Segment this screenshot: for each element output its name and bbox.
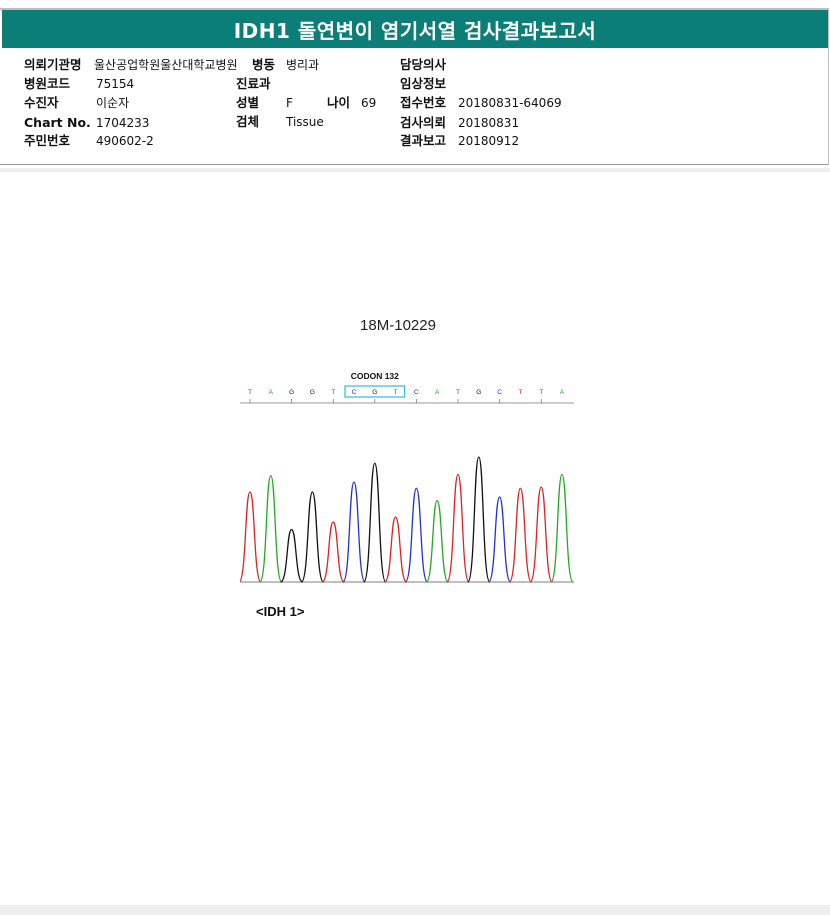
trace-peak [446, 473, 470, 583]
trace-peak [279, 528, 304, 583]
base-call: T [456, 389, 460, 396]
trace-peak [467, 456, 491, 583]
base-call: C [414, 389, 419, 396]
trace-peak [508, 487, 533, 583]
header-divider [0, 168, 830, 172]
trace-peak [259, 475, 283, 583]
trace-peak [529, 486, 553, 583]
sex-label: 성별 [236, 95, 260, 110]
base-call: T [518, 389, 522, 396]
page-bottom-strip [0, 905, 830, 915]
chart-no-value: 1704233 [96, 116, 150, 130]
trace-peak [321, 521, 345, 583]
receipt-value: 20180831-64069 [458, 96, 562, 110]
base-call: T [248, 389, 252, 396]
patient-value: 이순자 [96, 96, 130, 110]
specimen-label: 검체 [236, 114, 260, 129]
report-title: IDH1 돌연변이 염기서열 검사결과보고서 [2, 10, 828, 48]
request-date-label: 검사의뢰 [400, 115, 447, 130]
base-call: A [435, 389, 440, 396]
chart-no-label: Chart No. [24, 115, 91, 130]
trace-peak [425, 500, 449, 583]
age-value: 69 [361, 96, 377, 110]
codon-label: CODON 132 [351, 371, 399, 381]
base-call: T [394, 389, 398, 396]
trace-peak [404, 487, 429, 583]
sample-id: 18M-10229 [360, 317, 436, 334]
receipt-label: 접수번호 [400, 95, 447, 110]
age-label: 나이 [327, 95, 351, 110]
base-call: A [560, 389, 565, 396]
chromatogram: CODON 132 T A G G T C G T C A T G C T T A [240, 371, 574, 583]
base-call: G [372, 389, 377, 396]
institution-label: 의뢰기관명 [24, 57, 82, 72]
hospital-code-value: 75154 [96, 77, 135, 91]
base-call: G [310, 389, 315, 396]
base-call: C [352, 389, 357, 396]
base-call: G [289, 389, 294, 396]
base-call: G [476, 389, 481, 396]
resident-id-label: 주민번호 [24, 133, 71, 148]
trace-peak [300, 491, 325, 583]
base-call: A [269, 389, 274, 396]
trace-peak [363, 462, 387, 583]
report-date-value: 20180912 [458, 134, 520, 148]
institution-value: 울산공업학원울산대학교병원 [94, 58, 238, 72]
sequencing-figure: 18M-10229 CODON 132 T A G G T C G T C A T G C T T A <IDH… [240, 310, 600, 630]
trace-peak [550, 473, 574, 583]
base-call: T [331, 389, 335, 396]
sex-value: F [286, 96, 293, 110]
base-call: C [497, 389, 502, 396]
request-date-value: 20180831 [458, 116, 520, 130]
hospital-code-label: 병원코드 [24, 76, 71, 91]
trace-peak [383, 516, 408, 583]
specimen-value: Tissue [286, 115, 324, 129]
department-label: 진료과 [236, 76, 271, 91]
report-page: IDH1 돌연변이 염기서열 검사결과보고서 의뢰기관명 울산공업학원울산대학교… [0, 0, 830, 915]
trace-peak [342, 481, 366, 583]
doctor-label: 담당의사 [400, 57, 447, 72]
trace-peak [487, 496, 512, 583]
resident-id-value: 490602-2 [96, 134, 154, 148]
clinical-info-label: 임상정보 [400, 76, 447, 91]
ward-value: 병리과 [286, 58, 320, 72]
base-call: T [539, 389, 543, 396]
gene-label: <IDH 1> [256, 604, 305, 619]
trace-peak [240, 491, 262, 583]
ward-label: 병동 [252, 57, 276, 72]
report-date-label: 결과보고 [400, 133, 447, 148]
patient-label: 수진자 [24, 95, 59, 110]
